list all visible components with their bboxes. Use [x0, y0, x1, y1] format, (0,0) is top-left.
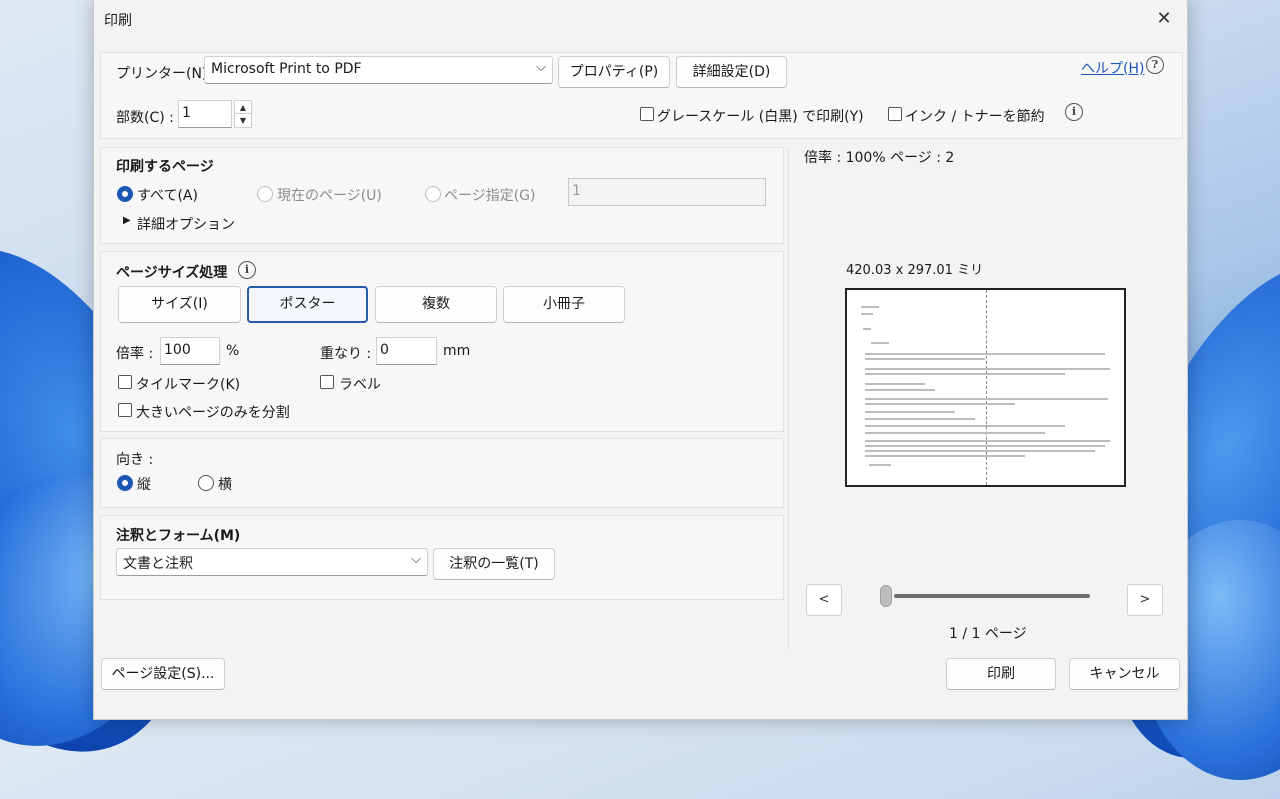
- preview-text-line: [865, 440, 1110, 442]
- next-page-button[interactable]: >: [1127, 584, 1163, 616]
- advanced-button[interactable]: 詳細設定(D): [676, 56, 787, 88]
- prev-page-button[interactable]: <: [806, 584, 842, 616]
- ink-save-label: インク / トナーを節約: [905, 109, 1045, 125]
- properties-button[interactable]: プロパティ(P): [558, 56, 670, 88]
- more-options-toggle[interactable]: 詳細オプション: [137, 214, 235, 234]
- preview-text-line: [865, 445, 1105, 447]
- spin-up-icon[interactable]: ▲: [235, 101, 251, 114]
- portrait-radio[interactable]: [117, 475, 133, 491]
- overlap-label: 重なり :: [320, 346, 372, 362]
- split-large-label: 大きいページのみを分割: [136, 405, 290, 421]
- close-icon[interactable]: ✕: [1149, 4, 1179, 34]
- page-size-info-icon[interactable]: i: [238, 261, 256, 279]
- grayscale-checkbox[interactable]: [640, 107, 654, 121]
- cancel-button[interactable]: キャンセル: [1069, 658, 1180, 690]
- current-page-label: 現在のページ(U): [277, 188, 382, 204]
- all-pages-label: すべて(A): [137, 188, 198, 204]
- current-page-radio[interactable]: [257, 186, 273, 202]
- preview-text-line: [865, 432, 1045, 434]
- printer-select[interactable]: Microsoft Print to PDF ⌵: [204, 56, 553, 84]
- tile-marks-label: タイルマーク(K): [136, 377, 241, 393]
- multiple-mode-button[interactable]: 複数: [375, 286, 497, 323]
- preview-text-line: [861, 313, 873, 315]
- preview-text-line: [871, 342, 889, 344]
- chevron-down-icon: ⌵: [536, 60, 546, 75]
- orientation-panel: [100, 438, 784, 508]
- preview-text-line: [865, 389, 935, 391]
- print-button[interactable]: 印刷: [946, 658, 1056, 690]
- tile-marks-checkbox[interactable]: [118, 375, 132, 389]
- copies-label: 部数(C) :: [116, 110, 174, 126]
- landscape-radio[interactable]: [198, 475, 214, 491]
- ink-save-checkbox[interactable]: [888, 107, 902, 121]
- size-mode-button[interactable]: サイズ(I): [118, 286, 241, 323]
- dialog-title: 印刷: [104, 13, 132, 29]
- page-range-input[interactable]: 1: [568, 178, 766, 206]
- title-bar: 印刷 ✕: [94, 0, 1187, 38]
- spin-down-icon[interactable]: ▼: [235, 114, 251, 127]
- preview-text-line: [865, 358, 985, 360]
- split-large-checkbox[interactable]: [118, 403, 132, 417]
- overlap-unit: mm: [443, 343, 471, 359]
- annotations-value: 文書と注釈: [123, 556, 193, 572]
- preview-text-line: [865, 368, 1110, 370]
- preview-text-line: [865, 425, 1065, 427]
- page-slider-track[interactable]: [894, 594, 1090, 598]
- scale-input[interactable]: 100: [160, 337, 220, 365]
- preview-text-line: [865, 373, 1065, 375]
- landscape-label: 横: [218, 477, 232, 493]
- scale-unit: %: [226, 343, 240, 359]
- preview-text-line: [865, 403, 1015, 405]
- preview-text-line: [869, 464, 891, 466]
- page-slider-thumb[interactable]: [880, 585, 892, 607]
- poster-mode-button[interactable]: ポスター: [247, 286, 368, 323]
- labels-label: ラベル: [339, 377, 381, 393]
- scale-label: 倍率 :: [116, 346, 154, 362]
- preview-text-line: [865, 383, 925, 385]
- printer-label: プリンター(N) :: [116, 66, 217, 82]
- annotation-list-button[interactable]: 注釈の一覧(T): [433, 548, 555, 580]
- help-icon[interactable]: ?: [1146, 56, 1164, 74]
- preview-text-line: [863, 328, 871, 330]
- printer-value: Microsoft Print to PDF: [211, 61, 362, 77]
- orientation-heading: 向き :: [116, 452, 154, 468]
- page-size-heading: ページサイズ処理: [116, 265, 228, 281]
- expand-arrow-icon[interactable]: ▶: [123, 215, 131, 226]
- chevron-down-icon: ⌵: [411, 552, 421, 567]
- preview-text-line: [865, 418, 975, 420]
- copies-spinner[interactable]: ▲ ▼: [234, 100, 252, 128]
- page-counter: 1 / 1 ページ: [949, 626, 1027, 642]
- portrait-label: 縦: [137, 477, 151, 493]
- preview-text-line: [865, 353, 1105, 355]
- preview-text-line: [865, 450, 1095, 452]
- page-setup-button[interactable]: ページ設定(S)...: [101, 658, 225, 690]
- page-range-label: ページ指定(G): [444, 188, 536, 204]
- pages-heading: 印刷するページ: [116, 159, 214, 175]
- copies-input[interactable]: 1: [178, 100, 232, 128]
- info-icon[interactable]: i: [1065, 103, 1083, 121]
- preview-text-line: [865, 455, 1025, 457]
- annotations-heading: 注釈とフォーム(M): [116, 528, 241, 544]
- preview-text-line: [865, 411, 955, 413]
- page-preview: [845, 288, 1126, 487]
- preview-text-line: [865, 398, 1108, 400]
- all-pages-radio[interactable]: [117, 186, 133, 202]
- preview-text-line: [861, 306, 879, 308]
- paper-size-label: 420.03 x 297.01 ミリ: [846, 263, 984, 278]
- overlap-input[interactable]: 0: [376, 337, 437, 365]
- grayscale-label: グレースケール (白黒) で印刷(Y): [657, 109, 864, 125]
- labels-checkbox[interactable]: [320, 375, 334, 389]
- help-link[interactable]: ヘルプ(H): [1081, 58, 1144, 78]
- print-dialog: 印刷 ✕ プリンター(N) : Microsoft Print to PDF ⌵…: [93, 0, 1188, 720]
- preview-scale-info: 倍率 : 100% ページ : 2: [804, 150, 955, 166]
- annotations-select[interactable]: 文書と注釈 ⌵: [116, 548, 428, 576]
- booklet-mode-button[interactable]: 小冊子: [503, 286, 625, 323]
- page-range-radio[interactable]: [425, 186, 441, 202]
